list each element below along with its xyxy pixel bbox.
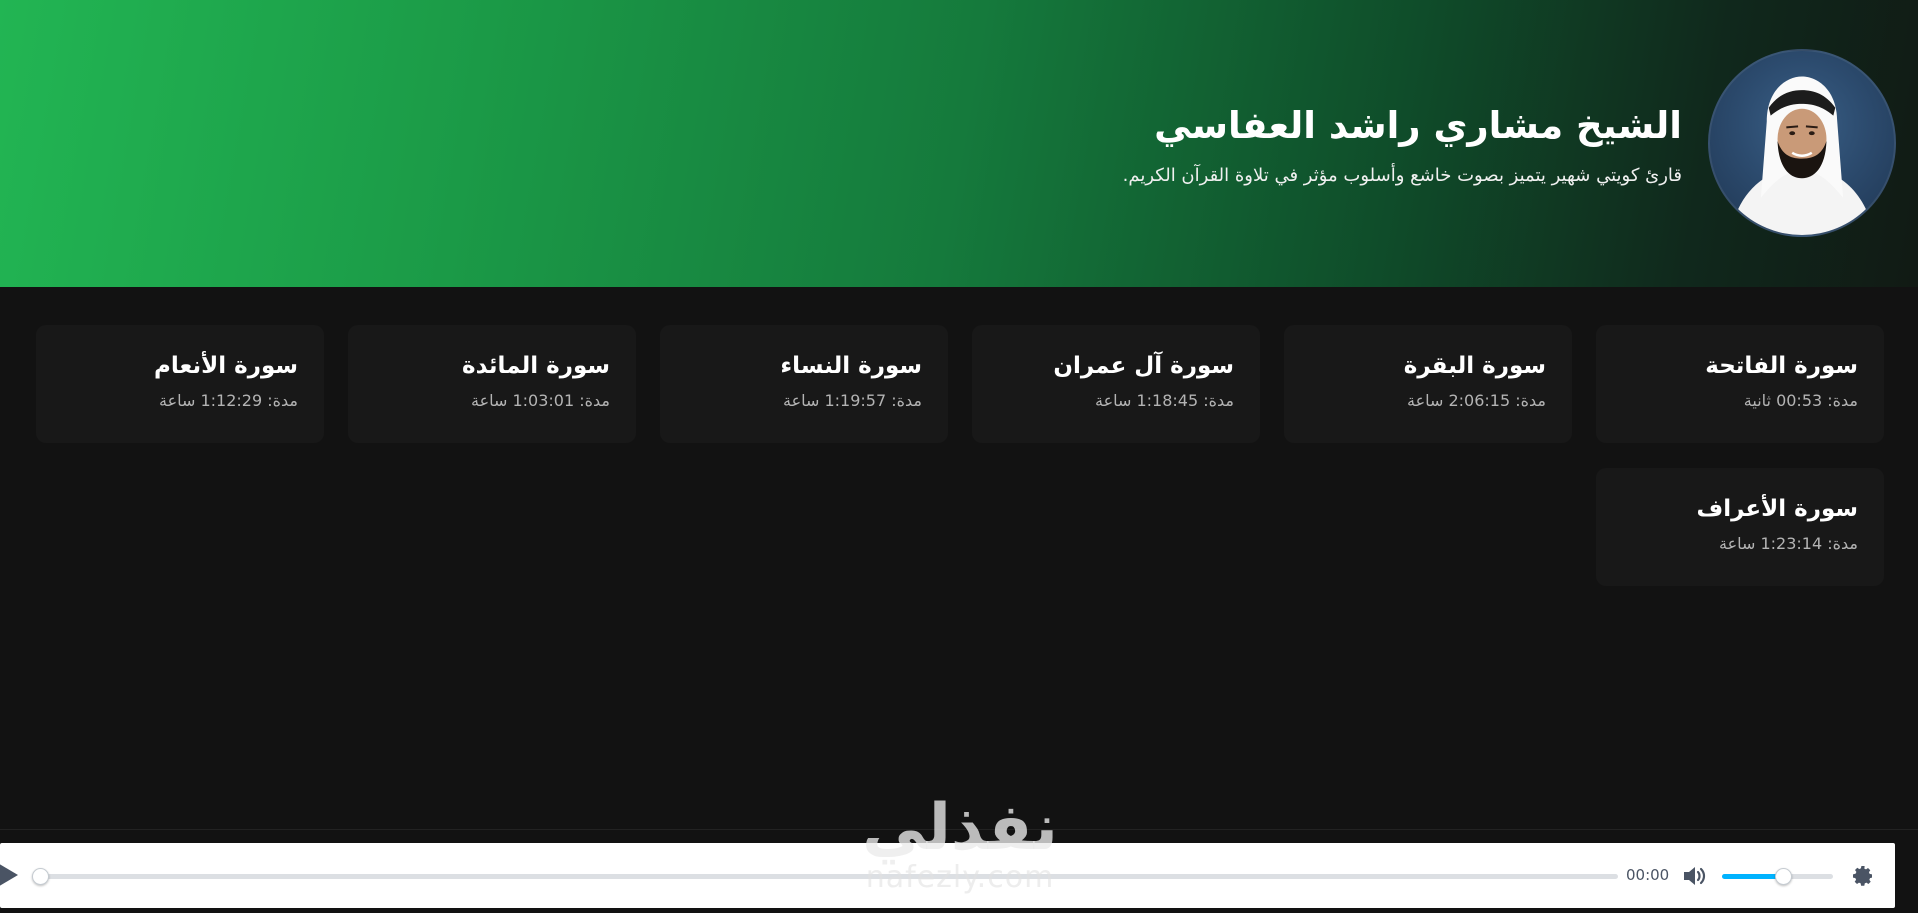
surah-duration: مدة: 00:53 ثانية [1743,391,1858,410]
surah-duration: مدة: 1:19:57 ساعة [782,391,922,410]
gear-icon[interactable] [1851,864,1875,888]
surah-duration: مدة: 1:12:29 ساعة [158,391,298,410]
surah-title: سورة آل عمران [1053,353,1234,379]
surah-title: سورة البقرة [1403,353,1546,379]
surah-card[interactable]: سورة الأعراف مدة: 1:23:14 ساعة [1596,468,1884,586]
seek-bar-thumb[interactable] [32,868,49,885]
volume-slider[interactable] [1722,868,1833,885]
surah-title: سورة الأعراف [1696,496,1859,522]
surah-card[interactable]: سورة آل عمران مدة: 1:18:45 ساعة [972,325,1260,443]
audio-player: 00:00 [0,843,1895,908]
volume-icon[interactable] [1682,864,1708,888]
surah-card[interactable]: سورة الأنعام مدة: 1:12:29 ساعة [36,325,324,443]
surah-title: سورة الفاتحة [1705,353,1858,379]
surah-duration: مدة: 1:03:01 ساعة [470,391,610,410]
volume-slider-thumb[interactable] [1775,868,1792,885]
play-icon[interactable] [0,862,18,888]
surah-duration: مدة: 2:06:15 ساعة [1406,391,1546,410]
footer-divider [0,829,1918,830]
surah-card[interactable]: سورة البقرة مدة: 2:06:15 ساعة [1284,325,1572,443]
surah-title: سورة الأنعام [154,353,298,379]
surah-duration: مدة: 1:23:14 ساعة [1718,534,1858,553]
volume-slider-fill [1722,874,1783,879]
seek-bar[interactable] [32,868,1618,885]
surah-title: سورة المائدة [462,353,610,379]
current-time: 00:00 [1626,866,1670,884]
surah-duration: مدة: 1:18:45 ساعة [1094,391,1234,410]
surah-grid: سورة الفاتحة مدة: 00:53 ثانية سورة البقر… [0,0,1918,640]
surah-card[interactable]: سورة النساء مدة: 1:19:57 ساعة [660,325,948,443]
surah-card[interactable]: سورة المائدة مدة: 1:03:01 ساعة [348,325,636,443]
surah-title: سورة النساء [780,353,922,379]
surah-card[interactable]: سورة الفاتحة مدة: 00:53 ثانية [1596,325,1884,443]
